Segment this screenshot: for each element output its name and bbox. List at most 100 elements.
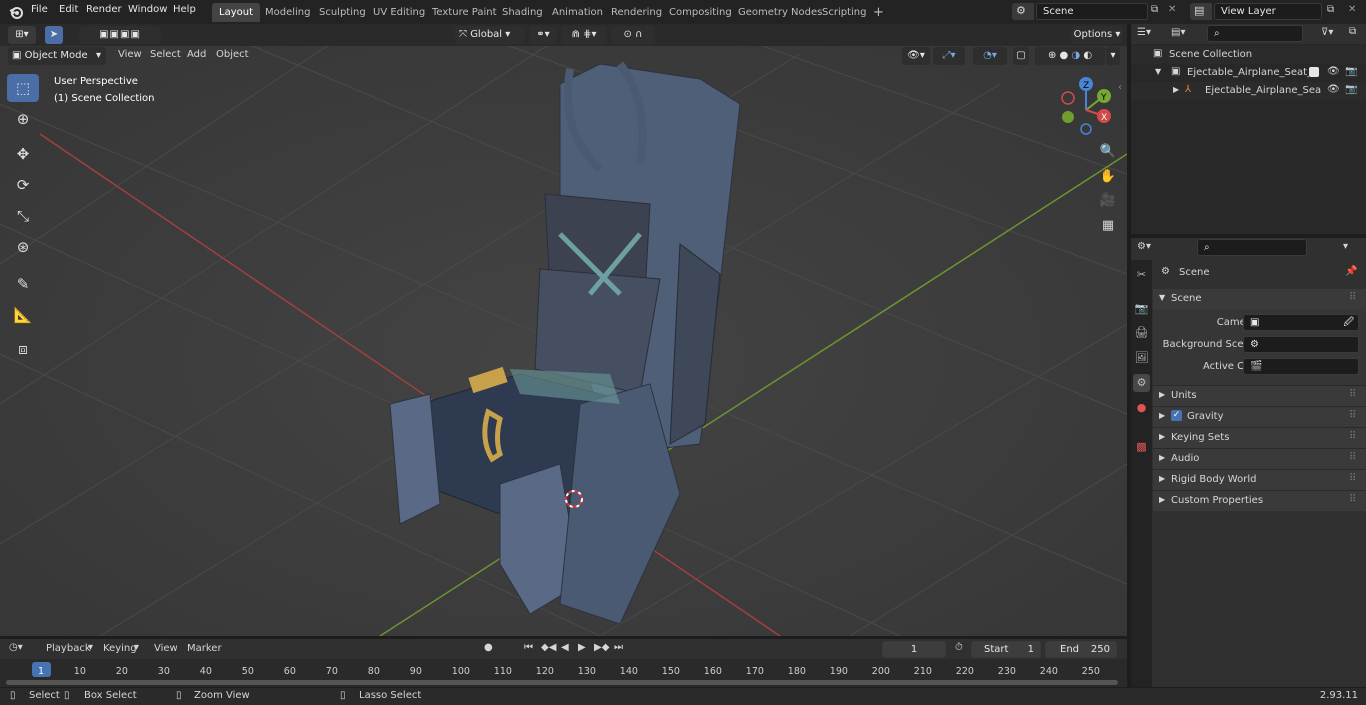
eyedropper-icon[interactable]: 🖉: [1343, 315, 1354, 330]
scene-name-field[interactable]: Scene: [1036, 3, 1148, 20]
current-frame-field[interactable]: 1: [882, 641, 946, 658]
view-layer-tab-icon[interactable]: 🖼: [1133, 349, 1150, 367]
tab-texture-paint[interactable]: Texture Paint: [425, 3, 504, 22]
tab-layout[interactable]: Layout: [212, 3, 260, 22]
camera-render-icon[interactable]: 📷: [1345, 66, 1357, 77]
xray-icon[interactable]: ▢: [1013, 47, 1029, 65]
jump-start-icon[interactable]: ⏮: [524, 642, 533, 653]
drag-handle-icon[interactable]: ⠿: [1349, 292, 1356, 303]
selection-mode-icons[interactable]: ▣▣▣▣: [79, 26, 161, 44]
zoom-icon[interactable]: 🔍: [1098, 142, 1118, 162]
move-tool-icon[interactable]: ✥: [7, 140, 39, 168]
menu-file[interactable]: File: [31, 4, 48, 15]
view-layer-name-field[interactable]: View Layer: [1214, 3, 1322, 20]
tab-scripting[interactable]: Scripting: [815, 3, 873, 22]
scene-tab-icon[interactable]: ⚙: [1133, 374, 1150, 392]
next-keyframe-icon[interactable]: ▶◆: [594, 642, 609, 653]
pivot-point-icon[interactable]: ⚭▾: [529, 26, 557, 44]
drag-handle-icon[interactable]: ⠿: [1349, 452, 1356, 463]
object-mode-dropdown[interactable]: ▣ Object Mode ▾: [8, 47, 106, 65]
play-icon[interactable]: ▶: [578, 642, 586, 653]
start-frame-field[interactable]: Start 1: [971, 641, 1041, 658]
gizmo-toggle-icon[interactable]: ⤢▾: [933, 47, 965, 65]
shading-dropdown-icon[interactable]: ▾: [1106, 47, 1120, 65]
tab-modeling[interactable]: Modeling: [258, 3, 318, 22]
drag-handle-icon[interactable]: ⠿: [1349, 410, 1356, 421]
new-collection-icon[interactable]: ⧉: [1349, 26, 1356, 37]
select-mode-arrow-icon[interactable]: ➤: [45, 26, 63, 44]
background-scene-field[interactable]: ⚙: [1243, 336, 1359, 353]
outliner-row-object[interactable]: ▶ ⅄ Ejectable_Airplane_Seat_ 👁 📷: [1131, 82, 1366, 100]
camera-render-icon[interactable]: 📷: [1345, 84, 1357, 95]
prev-keyframe-icon[interactable]: ◆◀: [541, 642, 556, 653]
outliner-row-collection[interactable]: ▼ ▣ Ejectable_Airplane_Seat_ACE 👁 📷: [1131, 64, 1366, 82]
tab-uv-editing[interactable]: UV Editing: [366, 3, 432, 22]
properties-search-input[interactable]: ⌕: [1197, 239, 1307, 256]
outliner-editor-icon[interactable]: ☰▾: [1137, 27, 1151, 38]
world-tab-icon[interactable]: ●: [1133, 399, 1150, 417]
custom-properties-panel-header[interactable]: ▶ Custom Properties ⠿: [1153, 490, 1366, 511]
viewport-menu-view[interactable]: View: [118, 49, 142, 60]
new-scene-icon[interactable]: ⧉: [1151, 4, 1158, 15]
scene-selector[interactable]: ⚙: [1012, 3, 1034, 20]
play-reverse-icon[interactable]: ◀: [561, 642, 569, 653]
menu-edit[interactable]: Edit: [59, 4, 78, 15]
add-cube-tool-icon[interactable]: ⧈: [7, 335, 39, 363]
stopwatch-icon[interactable]: ⏱: [955, 642, 963, 653]
eye-icon[interactable]: 👁: [1327, 66, 1340, 77]
properties-options-icon[interactable]: ▾: [1343, 241, 1348, 252]
outliner-row-scene-collection[interactable]: ▣ Scene Collection: [1131, 46, 1366, 64]
end-frame-field[interactable]: End 250: [1045, 641, 1117, 658]
overlay-toggle-icon[interactable]: ◔▾: [973, 47, 1007, 65]
annotate-tool-icon[interactable]: ✎: [7, 270, 39, 298]
3d-viewport[interactable]: ⊞▾ ➤ ▣▣▣▣ ⤧ Global ▾ ⚭▾ ⋒ ⋕▾ ⊙ ∩ Options…: [0, 24, 1127, 636]
select-box-tool-icon[interactable]: ⬚: [7, 74, 39, 102]
menu-render[interactable]: Render: [86, 4, 122, 15]
proportional-editing-icon[interactable]: ⊙ ∩: [611, 26, 655, 44]
rigid-body-world-panel-header[interactable]: ▶ Rigid Body World ⠿: [1153, 469, 1366, 490]
texture-tab-icon[interactable]: ▩: [1133, 438, 1150, 456]
record-icon[interactable]: ●: [484, 642, 493, 653]
active-clip-field[interactable]: 🎬: [1243, 358, 1359, 375]
viewport-menu-select[interactable]: Select: [150, 49, 181, 60]
new-view-layer-icon[interactable]: ⧉: [1327, 4, 1334, 15]
drag-handle-icon[interactable]: ⠿: [1349, 494, 1356, 505]
scene-panel-header[interactable]: ▼ Scene ⠿: [1153, 289, 1366, 309]
timeline-scrollbar[interactable]: [6, 680, 1118, 685]
blender-logo-icon[interactable]: [8, 4, 24, 20]
menu-window[interactable]: Window: [128, 4, 167, 15]
eye-icon[interactable]: 👁: [1327, 84, 1340, 95]
snap-icon[interactable]: ⋒ ⋕▾: [561, 26, 607, 44]
timeline-editor-icon[interactable]: ◷▾: [9, 642, 23, 653]
delete-view-layer-icon[interactable]: ✕: [1348, 4, 1356, 15]
tab-animation[interactable]: Animation: [545, 3, 610, 22]
camera-field[interactable]: ▣ 🖉: [1243, 314, 1359, 331]
menu-help[interactable]: Help: [173, 4, 196, 15]
visibility-icon[interactable]: 👁▾: [902, 47, 930, 65]
expand-arrow-icon[interactable]: ▼: [1155, 67, 1161, 76]
drag-handle-icon[interactable]: ⠿: [1349, 431, 1356, 442]
properties-editor-icon[interactable]: ⚙▾: [1137, 241, 1151, 252]
delete-scene-icon[interactable]: ✕: [1168, 4, 1176, 15]
camera-view-icon[interactable]: 🎥: [1098, 191, 1118, 211]
view-layer-selector[interactable]: ▤: [1190, 3, 1212, 20]
drag-handle-icon[interactable]: ⠿: [1349, 473, 1356, 484]
transform-tool-icon[interactable]: ⊛: [7, 233, 39, 261]
timeline-menu-keying[interactable]: Keying: [103, 643, 137, 654]
audio-panel-header[interactable]: ▶ Audio ⠿: [1153, 448, 1366, 469]
tool-tab-icon[interactable]: ✂: [1133, 266, 1150, 284]
pan-hand-icon[interactable]: ✋: [1098, 167, 1118, 187]
add-workspace-button[interactable]: +: [866, 3, 891, 22]
gravity-panel-header[interactable]: ▶ ✓ Gravity ⠿: [1153, 406, 1366, 427]
shading-mode-icons[interactable]: ⊕ ● ◑ ◐: [1035, 47, 1105, 65]
collection-checkbox[interactable]: [1309, 67, 1319, 77]
editor-type-button[interactable]: ⊞▾: [8, 26, 36, 44]
scale-tool-icon[interactable]: ⤡: [7, 202, 39, 230]
tab-compositing[interactable]: Compositing: [662, 3, 739, 22]
outliner-search-input[interactable]: ⌕: [1207, 25, 1303, 42]
timeline-menu-view[interactable]: View: [154, 643, 178, 654]
options-dropdown[interactable]: Options ▾: [1071, 26, 1123, 44]
expand-arrow-icon[interactable]: ▶: [1173, 85, 1179, 94]
transform-orientation-dropdown[interactable]: ⤧ Global ▾: [455, 26, 525, 44]
rotate-tool-icon[interactable]: ⟳: [7, 171, 39, 199]
